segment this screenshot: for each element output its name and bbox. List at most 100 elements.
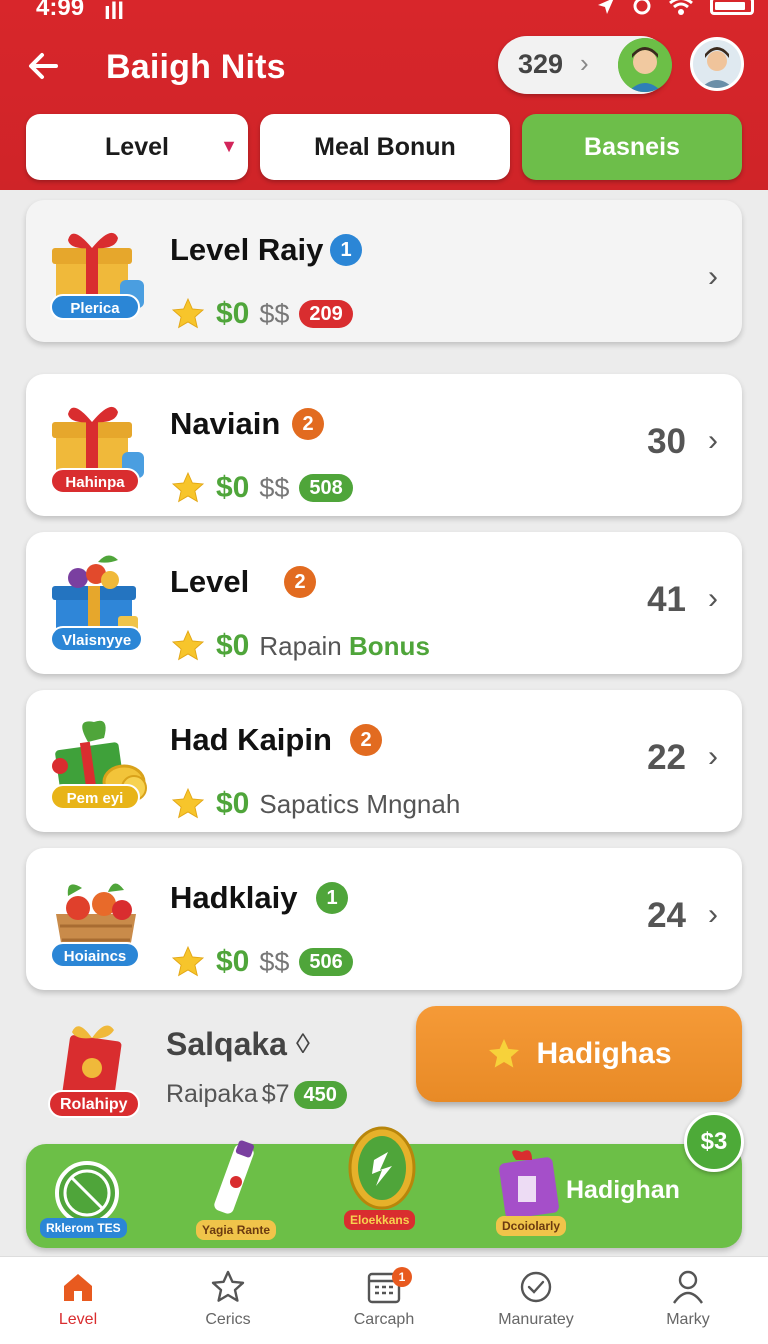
reward-card[interactable]: Plerica Level Raiy 1 $0 $$ 209 › xyxy=(26,200,742,342)
card-stats: $0 $$ 506 xyxy=(170,944,353,980)
card-stats: $0 Sapatics Mngnah xyxy=(170,786,460,822)
notification-badge: 1 xyxy=(392,1267,412,1287)
back-arrow-icon[interactable] xyxy=(26,48,62,84)
banner-label: Hadighan xyxy=(566,1176,680,1204)
promo-subtitle-text: Raipaka xyxy=(166,1080,258,1108)
page-title: Baiigh Nits xyxy=(106,48,286,86)
chevron-right-icon[interactable]: › xyxy=(708,898,718,932)
star-icon xyxy=(171,629,205,661)
reward-amount: $0 xyxy=(216,471,250,504)
gift-card-icon xyxy=(499,1150,559,1219)
category-tag: Hoiaincs xyxy=(50,942,140,968)
nav-label: Level xyxy=(58,1311,98,1328)
nav-item-level[interactable]: Level xyxy=(18,1269,138,1329)
nav-label: Carcaph xyxy=(353,1311,415,1328)
user-icon xyxy=(673,1270,703,1304)
nav-label: Cerics xyxy=(205,1311,251,1328)
reward-card[interactable]: Pem eyi Had Kaipin 2 $0 Sapatics Mngnah … xyxy=(26,690,742,832)
nav-label: Manuratey xyxy=(498,1311,574,1328)
card-stats: $0 $$ 209 xyxy=(170,296,353,332)
level-badge: 1 xyxy=(316,882,348,914)
alarm-icon xyxy=(633,0,651,15)
chevron-right-icon[interactable]: › xyxy=(708,740,718,774)
tab-label: Level xyxy=(105,132,169,161)
status-bar: 4:99 ıll xyxy=(0,0,768,25)
card-count: 24 xyxy=(647,896,686,935)
reward-card[interactable]: Hoiaincs Hadklaiy 1 $0 $$ 506 24 › xyxy=(26,848,742,990)
hadighas-button[interactable]: Hadighas xyxy=(416,1006,742,1102)
nav-item-carcaph[interactable]: 1 Carcaph xyxy=(324,1267,444,1329)
level-badge: 2 xyxy=(292,408,324,440)
tab-level[interactable]: Level ▼ xyxy=(26,114,248,180)
nav-item-manuratey[interactable]: Manuratey xyxy=(476,1269,596,1329)
reward-card[interactable]: Hahinpa Naviain 2 $0 $$ 508 30 › xyxy=(26,374,742,516)
card-title: Level Raiy xyxy=(170,232,324,267)
subtext-plain: Rapain xyxy=(259,630,342,661)
banner-tag: Dcoiolarly xyxy=(496,1216,567,1236)
tab-label: Basneis xyxy=(584,132,680,161)
star-icon xyxy=(171,297,205,329)
banner-badge: $3 xyxy=(684,1112,744,1172)
star-icon xyxy=(171,945,205,977)
star-icon xyxy=(489,1039,520,1068)
user-avatar-icon xyxy=(618,38,672,92)
avatar[interactable] xyxy=(618,38,672,92)
card-subtext: Sapatics Mngnah xyxy=(259,788,461,819)
level-badge: 1 xyxy=(330,234,362,266)
card-stats: $0 Rapain Bonus xyxy=(170,628,430,664)
tab-label: Meal Bonun xyxy=(314,132,456,161)
tube-icon xyxy=(214,1140,255,1214)
promo-title: Salqaka xyxy=(166,1026,287,1062)
value-pill: 508 xyxy=(299,474,353,502)
tab-basneis[interactable]: Basneis xyxy=(522,114,742,180)
home-icon xyxy=(64,1274,92,1301)
check-circle-icon xyxy=(520,1271,552,1303)
button-label: Hadighas xyxy=(536,1037,672,1070)
promo-subtitle: Raipaka $7 450 xyxy=(166,1080,347,1109)
category-tag: Pem eyi xyxy=(50,784,140,810)
category-tag: Rolahipy xyxy=(48,1090,140,1118)
card-count: 22 xyxy=(647,738,686,777)
nav-item-marky[interactable]: Marky xyxy=(628,1269,748,1329)
value-pill: 209 xyxy=(299,300,353,328)
card-subtext: Rapain Bonus xyxy=(259,631,430,662)
card-title: Hadklaiy xyxy=(170,880,298,915)
star-icon xyxy=(171,471,205,503)
signal-icon: ıll xyxy=(104,0,125,25)
chevron-right-icon[interactable]: › xyxy=(708,582,718,616)
nav-label: Marky xyxy=(666,1311,710,1328)
banner-tag: Rklerom TES xyxy=(40,1218,127,1238)
subtext-highlight: Bonus xyxy=(349,630,430,661)
diamond-icon: ◊ xyxy=(296,1028,310,1059)
tab-meal-bonus[interactable]: Meal Bonun xyxy=(260,114,510,180)
reward-card[interactable]: Vlaisnyye Level 2 $0 Rapain Bonus 41 › xyxy=(26,532,742,674)
nav-item-cerics[interactable]: Cerics xyxy=(168,1269,288,1329)
reward-amount: $0 xyxy=(216,945,250,978)
chevron-right-icon[interactable]: › xyxy=(708,260,718,294)
chevron-right-icon[interactable]: › xyxy=(708,424,718,458)
currency-label: $$ xyxy=(259,298,290,329)
star-outline-icon xyxy=(211,1270,245,1302)
star-icon xyxy=(171,787,205,819)
card-title: Naviain xyxy=(170,406,281,441)
category-tag: Plerica xyxy=(50,294,140,320)
user-avatar-icon xyxy=(693,40,741,88)
currency-label: $$ xyxy=(259,472,290,503)
category-tag: Hahinpa xyxy=(50,468,140,494)
battery-icon xyxy=(710,0,754,15)
avatar[interactable] xyxy=(690,37,744,91)
reward-amount: $0 xyxy=(216,787,250,820)
category-tag: Vlaisnyye xyxy=(50,626,144,652)
chevron-right-icon: › xyxy=(580,48,589,78)
status-icons xyxy=(596,0,754,16)
card-title: Level xyxy=(170,564,250,599)
banner-tag: Yagia Rante xyxy=(196,1220,277,1240)
card-title: Had Kaipin xyxy=(170,722,332,757)
reward-amount: $0 xyxy=(216,629,250,662)
wifi-icon xyxy=(669,0,693,15)
location-icon xyxy=(598,0,614,14)
card-count: 41 xyxy=(647,580,686,619)
value-pill: 450 xyxy=(293,1080,347,1109)
promo-amount: $7 xyxy=(261,1080,290,1108)
bottom-navigation: Level Cerics 1 Carcaph Manuratey Marky xyxy=(0,1256,768,1344)
